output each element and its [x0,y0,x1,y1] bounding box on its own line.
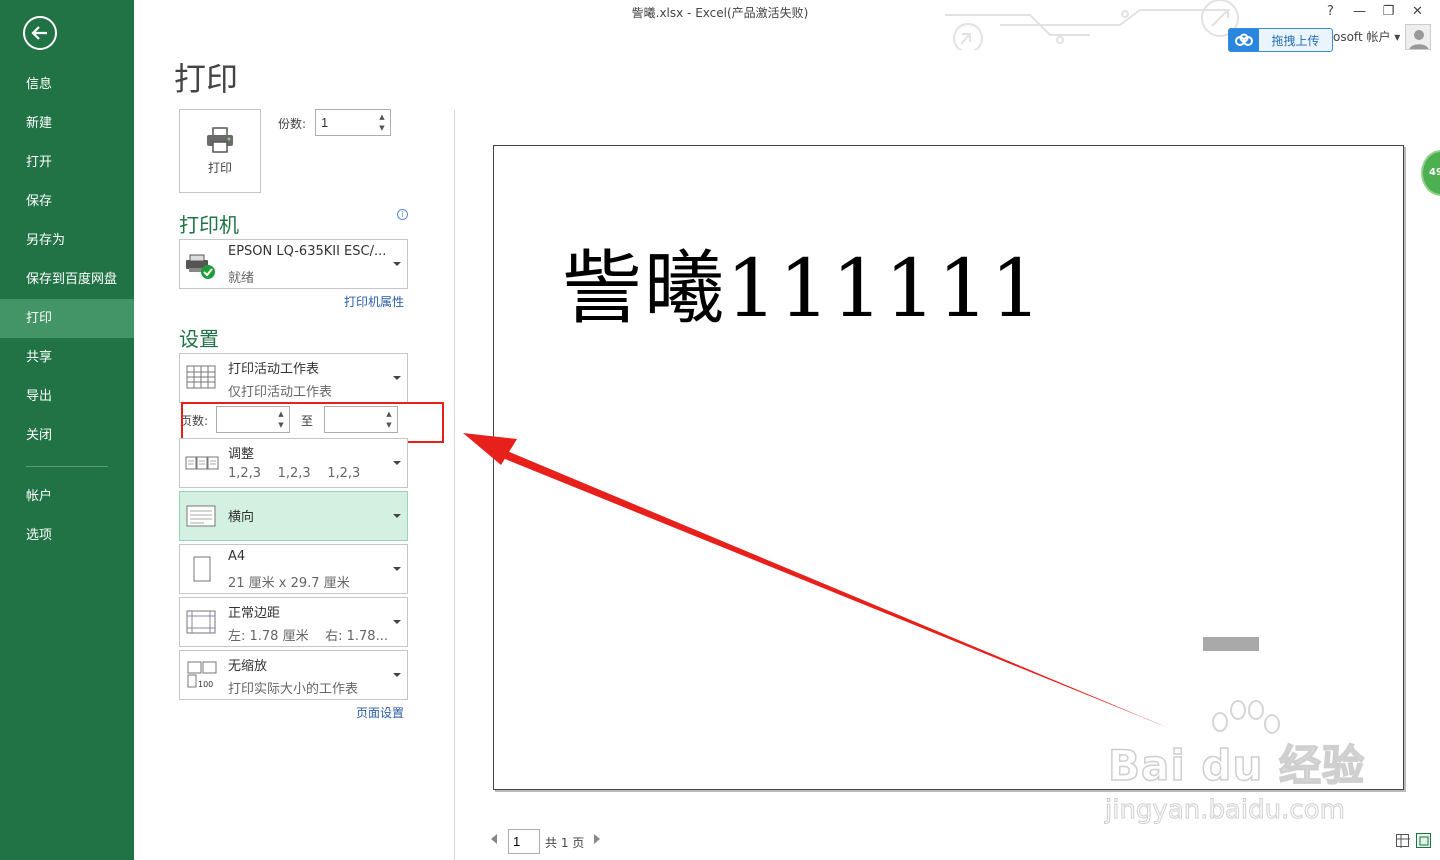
printer-dropdown[interactable]: EPSON LQ-635KII ESC/... 就绪 [179,239,408,289]
scaling-dropdown[interactable]: 100 无缩放 打印实际大小的工作表 [179,650,408,700]
sidebar-item-share[interactable]: 共享 [0,338,134,377]
paper-size-dropdown[interactable]: A4 21 厘米 x 29.7 厘米 [179,544,408,594]
annotation-highlight-box [181,402,444,443]
landscape-page-icon [186,505,216,527]
user-icon [1409,30,1429,49]
back-button[interactable] [23,16,57,50]
page-setup-link[interactable]: 页面设置 [356,704,404,721]
sidebar-item-save-baidu[interactable]: 保存到百度网盘 [0,260,134,299]
sidebar-item-account[interactable]: 帐户 [0,477,134,516]
sidebar-item-new[interactable]: 新建 [0,104,134,143]
sidebar-item-info[interactable]: 信息 [0,65,134,104]
sidebar-item-save[interactable]: 保存 [0,182,134,221]
chevron-down-icon [393,376,401,380]
margins-title: 正常边距 [228,606,281,621]
sidebar-item-options[interactable]: 选项 [0,516,134,555]
total-pages: 共 1 页 [545,836,585,850]
portrait-page-icon [193,556,211,582]
collate-desc: 1,2,3 1,2,3 1,2,3 [228,466,361,481]
baidu-cloud-icon [1229,29,1259,51]
sidebar-item-open[interactable]: 打开 [0,143,134,182]
scale-100-label: 100 [198,680,213,689]
paper-title: A4 [228,549,246,564]
copies-label: 份数: [278,117,307,131]
preview-gray-block [1203,637,1259,651]
orientation-dropdown[interactable]: 横向 [179,491,408,541]
copies-input[interactable] [316,110,374,135]
paper-desc: 21 厘米 x 29.7 厘米 [228,576,350,591]
printer-icon [207,126,233,153]
backstage-sidebar: 信息 新建 打开 保存 另存为 保存到百度网盘 打印 共享 导出 关闭 帐户 选… [0,0,134,860]
watermark-brand: Bai du 经验 [1107,740,1365,791]
current-page-box[interactable] [508,829,540,854]
account-menu[interactable]: osoft 帐户 ▾ [1333,28,1400,45]
floating-badge[interactable]: 49 [1421,150,1440,196]
sidebar-divider [26,466,108,467]
chevron-down-icon [393,461,401,465]
upload-label: 拖拽上传 [1271,33,1320,48]
print-scope-dropdown[interactable]: 打印活动工作表 仅打印活动工作表 [179,353,408,403]
margins-icon [186,610,216,634]
avatar[interactable] [1405,24,1431,50]
zoom-to-page-icon[interactable] [1416,833,1431,848]
minimize-button[interactable]: — [1345,2,1374,22]
baidu-upload-button[interactable]: 拖拽上传 [1228,28,1333,52]
scope-desc: 仅打印活动工作表 [228,385,333,400]
printer-heading: 打印机 [179,213,239,237]
printer-status: 就绪 [228,271,255,286]
print-preview-page: 訾曦111111 [493,145,1404,790]
restore-button[interactable]: ❐ [1374,2,1403,22]
chevron-down-icon [393,262,401,266]
no-scaling-icon: 100 [187,661,217,689]
chevron-down-icon [393,620,401,624]
preview-cell-text: 訾曦111111 [562,242,1044,335]
margins-desc: 左: 1.78 厘米 右: 1.78... [228,629,388,644]
current-page-input[interactable] [509,830,537,852]
collate-dropdown[interactable]: 调整 1,2,3 1,2,3 1,2,3 [179,438,408,488]
page-title: 打印 [174,60,239,98]
scope-title: 打印活动工作表 [228,362,320,377]
copies-stepper[interactable]: ▲▼ [315,109,391,136]
chevron-down-icon [393,673,401,677]
help-button[interactable]: ? [1316,2,1345,22]
print-button[interactable]: 打印 [179,109,261,193]
scaling-title: 无缩放 [228,659,268,674]
sidebar-item-export[interactable]: 导出 [0,377,134,416]
baidu-watermark: Bai du 经验 jingyan.baidu.com [1100,700,1370,830]
circuit-decoration-icon [945,0,1239,50]
previous-page-icon[interactable] [491,834,497,844]
next-page-icon[interactable] [594,834,600,844]
chevron-down-icon [393,567,401,571]
collated-pages-icon [185,456,219,470]
watermark-url: jingyan.baidu.com [1105,795,1346,826]
orientation-title: 横向 [228,510,255,525]
back-arrow-icon [31,26,47,40]
printer-ready-icon [186,254,215,279]
sidebar-item-print[interactable]: 打印 [0,299,134,338]
chevron-down-icon [393,514,401,518]
spin-arrows-icon[interactable]: ▲ ▼ [376,112,388,134]
print-button-label: 打印 [207,160,232,175]
scaling-desc: 打印实际大小的工作表 [228,682,359,697]
sidebar-item-save-as[interactable]: 另存为 [0,221,134,260]
close-button[interactable]: ✕ [1403,2,1432,22]
window-controls: ? — ❐ ✕ [1316,2,1432,22]
info-icon[interactable]: i [397,209,408,220]
printer-name: EPSON LQ-635KII ESC/... [228,244,387,259]
settings-heading: 设置 [179,327,219,351]
show-margins-icon[interactable] [1396,834,1410,848]
sidebar-item-close[interactable]: 关闭 [0,416,134,455]
collate-title: 调整 [228,447,255,462]
printer-properties-link[interactable]: 打印机属性 [344,293,404,310]
panel-divider [454,110,455,860]
margins-dropdown[interactable]: 正常边距 左: 1.78 厘米 右: 1.78... [179,597,408,647]
worksheet-grid-icon [186,365,216,389]
